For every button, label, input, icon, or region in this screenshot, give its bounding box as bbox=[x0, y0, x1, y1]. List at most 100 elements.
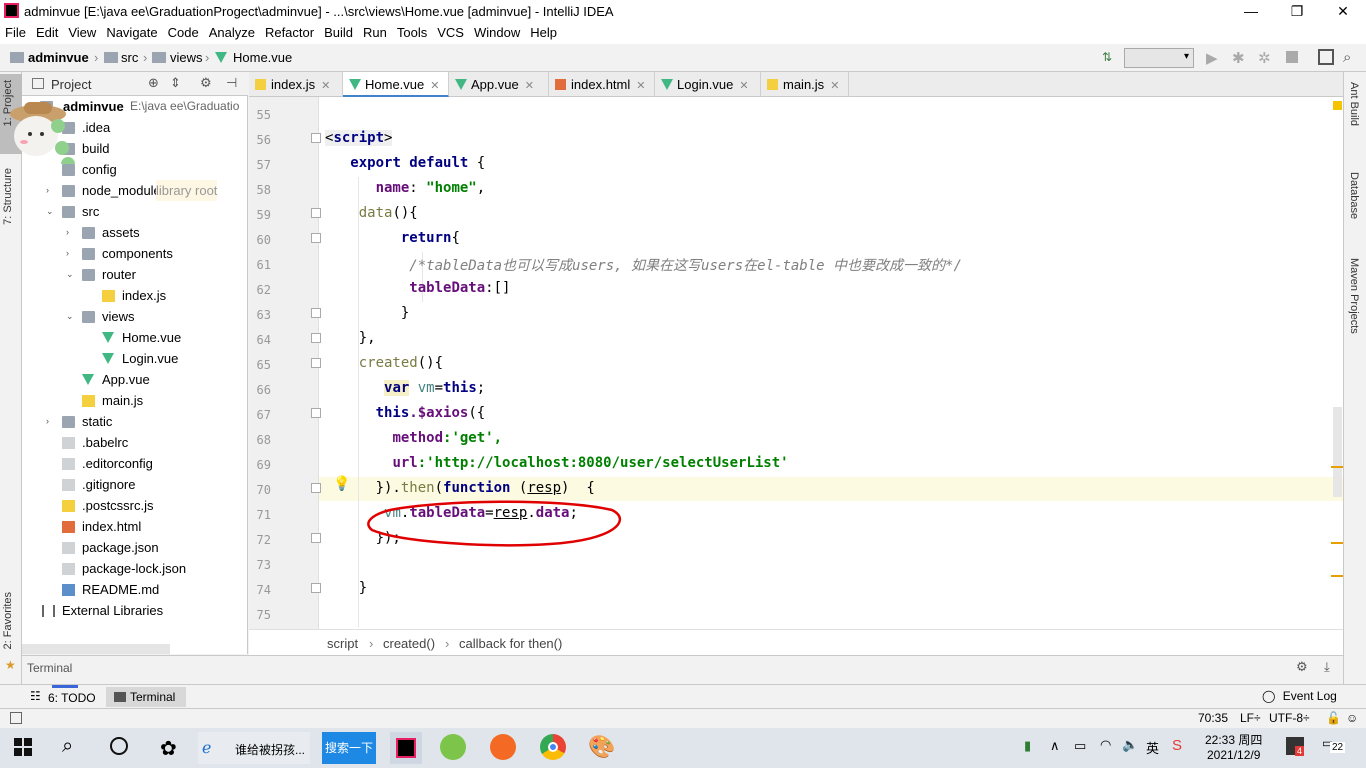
todo-tab[interactable]: ☷ 6: TODO bbox=[24, 689, 102, 707]
tab-index-js[interactable]: index.js ✕ bbox=[249, 72, 343, 97]
horizontal-scrollbar[interactable] bbox=[22, 644, 170, 654]
close-icon[interactable]: ✕ bbox=[830, 80, 839, 92]
search-icon[interactable]: ⌕ bbox=[62, 735, 73, 758]
menu-edit[interactable]: Edit bbox=[31, 22, 63, 40]
menu-navigate[interactable]: Navigate bbox=[101, 22, 162, 40]
event-log-button[interactable]: ◯ Event Log bbox=[1262, 689, 1337, 703]
breadcrumb-project[interactable]: adminvue bbox=[28, 50, 89, 65]
hide-panel-icon[interactable]: ⤓ bbox=[1324, 659, 1330, 675]
debug-icon[interactable]: ✱ bbox=[1232, 49, 1245, 67]
wifi-icon[interactable]: ◠ bbox=[1100, 737, 1111, 753]
chevron-up-icon[interactable]: ∧ bbox=[1050, 738, 1060, 754]
menu-tools[interactable]: Tools bbox=[392, 22, 432, 40]
maximize-button[interactable]: ❐ bbox=[1274, 0, 1320, 22]
chrome-icon[interactable] bbox=[540, 734, 566, 760]
tool-windows-icon[interactable] bbox=[10, 712, 22, 724]
windows-start-icon[interactable] bbox=[14, 738, 32, 756]
gear-icon[interactable]: ⚙ bbox=[1296, 659, 1308, 675]
project-structure-icon[interactable] bbox=[1318, 49, 1334, 65]
run-icon[interactable]: ▶ bbox=[1206, 49, 1218, 67]
menu-code[interactable]: Code bbox=[163, 22, 204, 40]
terminal-title[interactable]: Terminal bbox=[27, 661, 72, 675]
task-view-icon[interactable] bbox=[110, 737, 128, 755]
coverage-icon[interactable]: ✲ bbox=[1258, 49, 1271, 67]
close-icon[interactable]: ✕ bbox=[321, 80, 330, 92]
chevron-down-icon[interactable]: ⌄ bbox=[66, 264, 76, 285]
menu-view[interactable]: View bbox=[63, 22, 101, 40]
menu-file[interactable]: File bbox=[0, 22, 31, 40]
crumb-callback[interactable]: callback for then() bbox=[459, 636, 562, 651]
favorites-tool-tab[interactable]: 2: Favorites bbox=[2, 592, 14, 649]
fold-marker[interactable] bbox=[311, 408, 321, 418]
tab-home-vue[interactable]: Home.vue ✕ bbox=[343, 72, 449, 97]
breadcrumb-views[interactable]: views bbox=[170, 50, 203, 65]
battery-icon[interactable]: ▮ bbox=[1024, 738, 1031, 754]
inspector-icon[interactable]: ☺ bbox=[1346, 711, 1358, 725]
clock-date[interactable]: 2021/12/9 bbox=[1207, 748, 1260, 762]
minimize-button[interactable]: — bbox=[1228, 0, 1274, 22]
line-separator[interactable]: LF÷ bbox=[1240, 711, 1261, 725]
chevron-right-icon[interactable]: › bbox=[46, 411, 56, 432]
fold-marker[interactable] bbox=[311, 358, 321, 368]
menu-run[interactable]: Run bbox=[358, 22, 392, 40]
search-icon[interactable]: ⌕ bbox=[1343, 49, 1351, 66]
fold-marker[interactable] bbox=[311, 208, 321, 218]
fold-marker[interactable] bbox=[311, 233, 321, 243]
menu-help[interactable]: Help bbox=[525, 22, 562, 40]
gear-icon[interactable]: ⚙ bbox=[200, 75, 212, 91]
browser-search-box[interactable]: ℯ 谁给被拐孩... bbox=[198, 732, 310, 764]
tab-login-vue[interactable]: Login.vue ✕ bbox=[655, 72, 761, 97]
sogou-icon[interactable]: S bbox=[1172, 737, 1182, 754]
locate-icon[interactable]: ⊕ bbox=[148, 75, 159, 91]
ime-indicator[interactable]: 英 bbox=[1146, 738, 1159, 757]
taskbar-green-app[interactable] bbox=[440, 734, 466, 760]
tab-index-html[interactable]: index.html ✕ bbox=[549, 72, 655, 97]
file-encoding[interactable]: UTF-8÷ bbox=[1269, 711, 1310, 725]
fold-marker[interactable] bbox=[311, 133, 321, 143]
chevron-down-icon[interactable]: ⌄ bbox=[66, 306, 76, 327]
close-button[interactable]: ✕ bbox=[1320, 0, 1366, 22]
project-panel-title[interactable]: Project bbox=[51, 77, 91, 92]
menu-refactor[interactable]: Refactor bbox=[260, 22, 319, 40]
caret-position[interactable]: 70:35 bbox=[1198, 711, 1228, 725]
notification-app-icon[interactable]: 4 bbox=[1286, 737, 1305, 756]
close-icon[interactable]: ✕ bbox=[430, 80, 439, 92]
ant-build-tab[interactable]: Ant Build bbox=[1348, 82, 1360, 126]
volume-icon[interactable]: 🔈 bbox=[1122, 737, 1138, 753]
tab-main-js[interactable]: main.js ✕ bbox=[761, 72, 849, 97]
structure-tool-tab[interactable]: 7: Structure bbox=[2, 168, 14, 225]
clock-time[interactable]: 22:33 周四 bbox=[1205, 731, 1262, 748]
menu-analyze[interactable]: Analyze bbox=[204, 22, 260, 40]
run-config-dropdown[interactable]: ▾ bbox=[1124, 48, 1194, 68]
chevron-right-icon[interactable]: › bbox=[66, 222, 76, 243]
taskbar-intellij[interactable] bbox=[390, 732, 422, 764]
hide-icon[interactable]: ⊣ bbox=[226, 75, 237, 91]
action-center-icon[interactable]: ▭ 22 bbox=[1322, 736, 1346, 753]
stop-icon[interactable] bbox=[1286, 51, 1298, 63]
crumb-created[interactable]: created() bbox=[383, 636, 435, 651]
fold-marker[interactable] bbox=[311, 583, 321, 593]
fold-marker[interactable] bbox=[311, 308, 321, 318]
fold-marker[interactable] bbox=[311, 533, 321, 543]
fold-marker[interactable] bbox=[311, 333, 321, 343]
lock-icon[interactable]: 🔓 bbox=[1326, 711, 1341, 725]
chevron-right-icon[interactable]: › bbox=[66, 243, 76, 264]
breadcrumb-file[interactable]: Home.vue bbox=[233, 50, 292, 65]
menu-build[interactable]: Build bbox=[319, 22, 358, 40]
close-icon[interactable]: ✕ bbox=[525, 80, 534, 92]
sort-icon[interactable]: ⇅ bbox=[1102, 50, 1112, 64]
fold-marker[interactable] bbox=[311, 483, 321, 493]
network-icon[interactable]: ▭ bbox=[1074, 738, 1086, 754]
close-icon[interactable]: ✕ bbox=[636, 80, 645, 92]
search-button[interactable]: 搜索一下 bbox=[322, 732, 376, 764]
maven-projects-tab[interactable]: Maven Projects bbox=[1348, 258, 1360, 334]
breadcrumb-src[interactable]: src bbox=[121, 50, 138, 65]
chevron-down-icon[interactable]: ⌄ bbox=[46, 201, 56, 222]
terminal-tab[interactable]: Terminal bbox=[106, 687, 186, 707]
scroll-thumb[interactable] bbox=[1333, 407, 1342, 497]
menu-window[interactable]: Window bbox=[469, 22, 525, 40]
collapse-icon[interactable]: ⇕ bbox=[170, 75, 181, 91]
tab-app-vue[interactable]: App.vue ✕ bbox=[449, 72, 549, 97]
close-icon[interactable]: ✕ bbox=[739, 80, 748, 92]
warning-indicator[interactable] bbox=[1333, 101, 1342, 110]
